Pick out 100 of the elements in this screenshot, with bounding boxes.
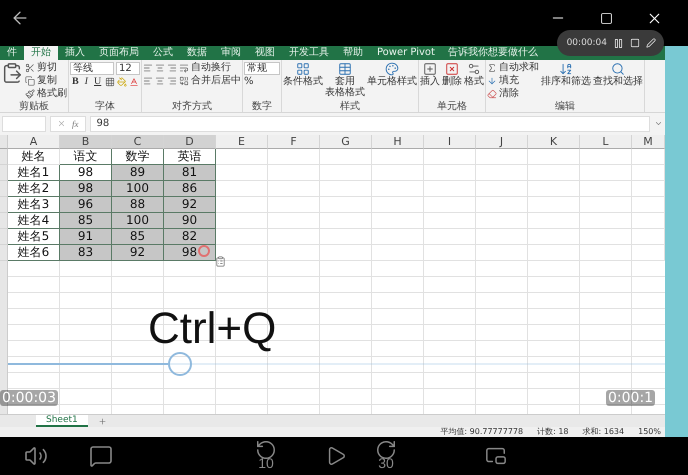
ribbon-tab[interactable]: 开发工具: [282, 46, 336, 60]
style-button[interactable]: 单元格样式: [367, 62, 417, 87]
column-header[interactable]: H: [372, 135, 424, 149]
progress-track[interactable]: [8, 352, 665, 376]
align-right-icon[interactable]: [167, 63, 177, 73]
paste-options-icon[interactable]: [215, 256, 226, 267]
editing-button[interactable]: 自动求和: [487, 62, 539, 74]
wrap-text-button[interactable]: 自动换行: [179, 62, 231, 74]
scissors-icon[interactable]: [25, 63, 35, 73]
ribbon-tab[interactable]: 件: [0, 46, 24, 60]
format-toggle[interactable]: B: [70, 76, 81, 88]
table-cell: [268, 197, 320, 213]
function-label[interactable]: fx: [72, 118, 78, 128]
speaker-icon[interactable]: [24, 444, 48, 468]
forward-button[interactable]: 30: [366, 439, 406, 473]
column-header[interactable]: K: [528, 135, 580, 149]
table-cell: [320, 229, 372, 245]
table-cell: 92: [112, 245, 164, 261]
ribbon-tab[interactable]: 公式: [146, 46, 180, 60]
ribbon-tab[interactable]: 开始: [24, 46, 58, 60]
align-left-icon[interactable]: [143, 63, 153, 73]
column-header[interactable]: J: [476, 135, 528, 149]
stop-icon[interactable]: [630, 38, 640, 48]
speech-bubble-icon[interactable]: [89, 444, 113, 468]
column-header[interactable]: C: [112, 135, 164, 149]
corner-cell[interactable]: [0, 135, 8, 149]
font-color-icon[interactable]: [129, 77, 140, 87]
borders-icon[interactable]: [105, 77, 116, 87]
ribbon-tab[interactable]: 数据: [180, 46, 214, 60]
tell-me-text[interactable]: 告诉我你想要做什么: [442, 46, 538, 60]
column-header[interactable]: L: [580, 135, 632, 149]
expand-icon[interactable]: [654, 119, 663, 128]
cells-button[interactable]: 删除: [442, 62, 462, 87]
merge-icon[interactable]: [179, 76, 189, 86]
pause-icon[interactable]: [613, 38, 624, 48]
table-cell: 91: [60, 229, 112, 245]
clipboard-button[interactable]: 剪切: [25, 62, 67, 74]
editing-button[interactable]: 填充: [487, 75, 539, 87]
table-icon[interactable]: [338, 62, 352, 76]
font-name-field[interactable]: 等线: [70, 62, 114, 75]
sheet-tab[interactable]: Sheet1: [36, 415, 88, 427]
cells-button[interactable]: 插入: [420, 62, 440, 87]
rewind-button[interactable]: 10: [246, 439, 286, 473]
table-cell: 数学: [112, 149, 164, 165]
insert-icon[interactable]: [423, 62, 437, 76]
grid-icon[interactable]: [296, 62, 310, 76]
clipboard-button[interactable]: 复制: [25, 75, 67, 87]
zoom-level[interactable]: 150%: [638, 427, 661, 437]
copy-icon[interactable]: [25, 76, 35, 86]
ribbon-tab[interactable]: 插入: [58, 46, 92, 60]
pen-icon[interactable]: [646, 38, 656, 48]
font-size-field[interactable]: 12: [116, 62, 140, 75]
merge-center-button[interactable]: 合并后居中: [179, 75, 241, 87]
down-arrow-icon[interactable]: [487, 76, 497, 86]
ribbon-tab[interactable]: 页面布局: [92, 46, 146, 60]
sort-icon[interactable]: [559, 62, 573, 76]
palette-icon[interactable]: [385, 62, 399, 76]
paste-icon[interactable]: [1, 62, 23, 84]
ribbon-tab[interactable]: 视图: [248, 46, 282, 60]
delete-icon[interactable]: [445, 62, 459, 76]
eraser-icon[interactable]: [487, 89, 497, 99]
cells-button[interactable]: 格式: [464, 62, 484, 87]
table-cell: [216, 245, 268, 261]
style-button[interactable]: 套用 表格格式: [325, 62, 365, 98]
table-cell: 85: [60, 213, 112, 229]
column-header[interactable]: F: [268, 135, 320, 149]
column-header[interactable]: I: [424, 135, 476, 149]
paintbrush-icon[interactable]: [25, 89, 35, 99]
clipboard-button[interactable]: 格式刷: [25, 88, 67, 100]
table-cell: 英语: [164, 149, 216, 165]
sigma-icon[interactable]: [487, 63, 497, 73]
search-icon[interactable]: [611, 62, 625, 76]
format-toggle[interactable]: I: [82, 76, 90, 88]
format-toggle[interactable]: U: [92, 76, 104, 88]
center-icon[interactable]: [155, 76, 165, 86]
editing-large-button[interactable]: 查找和选择: [593, 62, 643, 87]
ribbon-tab[interactable]: 审阅: [214, 46, 248, 60]
column-header[interactable]: M: [632, 135, 665, 149]
style-button[interactable]: 条件格式: [283, 62, 323, 87]
table-cell: 姓名4: [8, 213, 60, 229]
editing-button[interactable]: 清除: [487, 88, 539, 100]
column-header[interactable]: D: [164, 135, 216, 149]
formula-field[interactable]: 98: [90, 116, 650, 132]
wrap-text-icon[interactable]: [179, 63, 189, 73]
fill-color-icon[interactable]: [117, 77, 128, 87]
number-format-field[interactable]: 常规: [244, 62, 280, 75]
align-center-icon[interactable]: [155, 63, 165, 73]
ribbon-tab[interactable]: Power Pivot: [370, 46, 442, 60]
maximize-icon[interactable]: [600, 12, 612, 24]
column-header[interactable]: E: [216, 135, 268, 149]
column-header[interactable]: G: [320, 135, 372, 149]
column-header[interactable]: B: [60, 135, 112, 149]
table-cell: [268, 149, 320, 165]
editing-large-button[interactable]: 排序和筛选: [541, 62, 591, 87]
picture-in-picture-icon[interactable]: [485, 445, 507, 467]
percent-button[interactable]: %: [244, 76, 280, 88]
table-cell: [268, 165, 320, 181]
ribbon-tab[interactable]: 帮助: [336, 46, 370, 60]
column-header[interactable]: A: [8, 135, 60, 149]
progress-thumb[interactable]: [168, 352, 192, 376]
